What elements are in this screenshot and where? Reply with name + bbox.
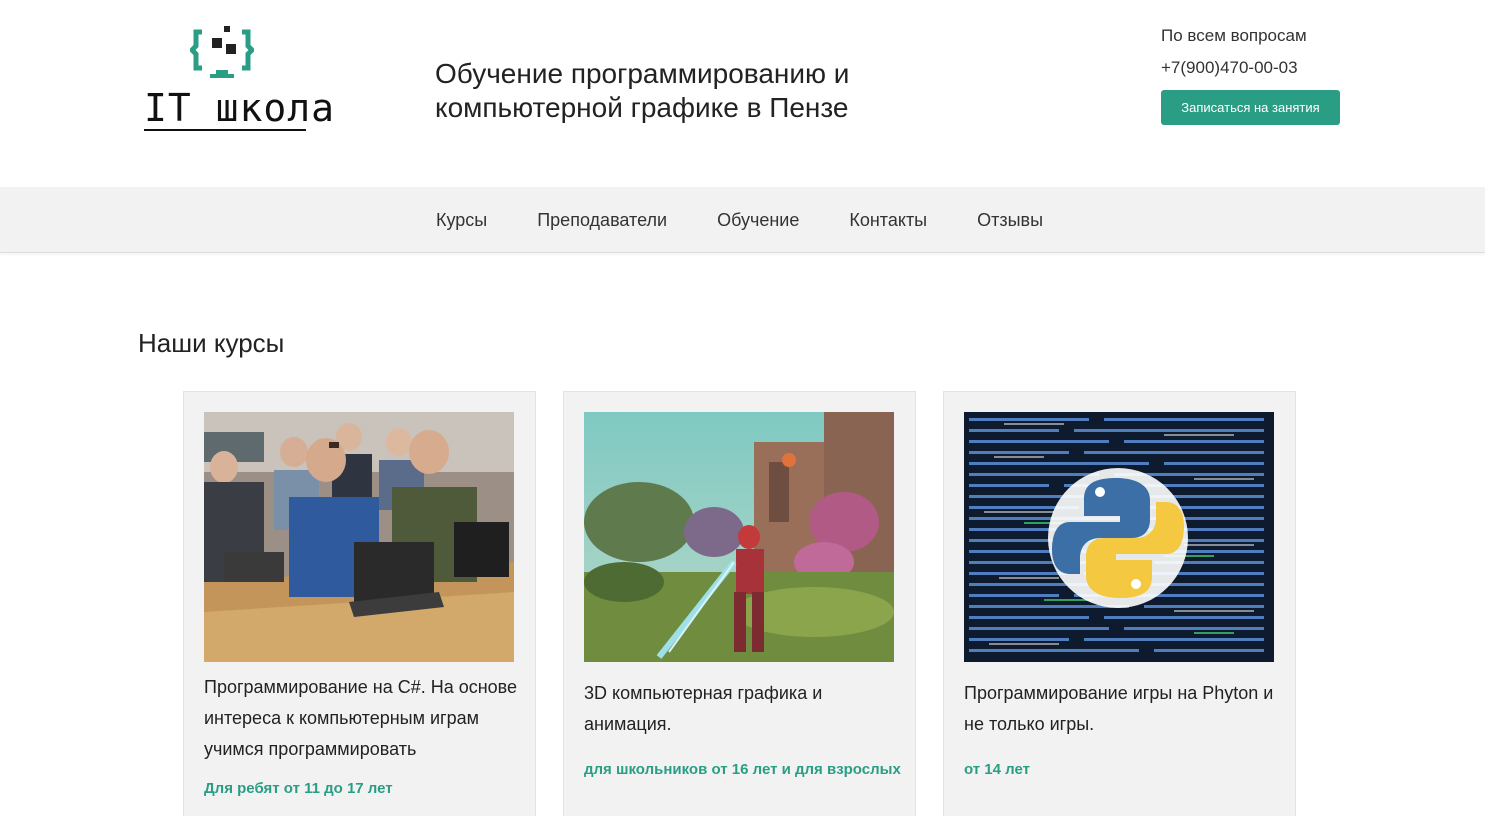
course-title: Программирование игры на Phyton и не тол… [964, 683, 1274, 734]
course-age: Для ребят от 11 до 17 лет [204, 780, 393, 797]
contact-block: По всем вопросам +7(900)470-00-03 Записа… [1161, 24, 1361, 125]
course-card-csharp[interactable]: Программирование на C#. На основе интере… [183, 391, 536, 816]
logo-underline [144, 129, 306, 131]
section-title: Наши курсы [138, 328, 285, 358]
code-monitor-icon [190, 26, 254, 78]
course-card-3d[interactable]: 3D компьютерная графика и анимация. для … [563, 391, 916, 816]
nav-item-teachers[interactable]: Преподаватели [537, 210, 667, 231]
site-tagline: Обучение программированию и компьютерной… [435, 58, 850, 123]
course-title: Программирование на C#. На основе интере… [204, 677, 518, 759]
nav-item-contacts[interactable]: Контакты [849, 210, 927, 231]
course-age: для школьников от 16 лет и для взрослых [584, 761, 901, 778]
3d-game-scene[interactable] [584, 412, 894, 662]
nav-item-learning[interactable]: Обучение [717, 210, 799, 231]
course-age: от 14 лет [964, 761, 1030, 778]
classroom-photo[interactable] [204, 412, 514, 662]
python-code-logo[interactable] [964, 412, 1274, 662]
logo-text: IT школа [144, 86, 336, 130]
site-logo[interactable]: IT школа [140, 24, 334, 136]
signup-button[interactable]: Записаться на занятия [1161, 90, 1340, 125]
nav-item-courses[interactable]: Курсы [436, 210, 487, 231]
site-header: IT школа Обучение программированию и ком… [0, 0, 1485, 187]
phone-number[interactable]: +7(900)470-00-03 [1161, 56, 1361, 80]
nav-item-reviews[interactable]: Отзывы [977, 210, 1043, 231]
course-card-python[interactable]: Программирование игры на Phyton и не тол… [943, 391, 1296, 816]
contact-question: По всем вопросам [1161, 26, 1307, 45]
main-nav: Курсы Преподаватели Обучение Контакты От… [0, 187, 1485, 253]
course-title: 3D компьютерная графика и анимация. [584, 683, 823, 734]
